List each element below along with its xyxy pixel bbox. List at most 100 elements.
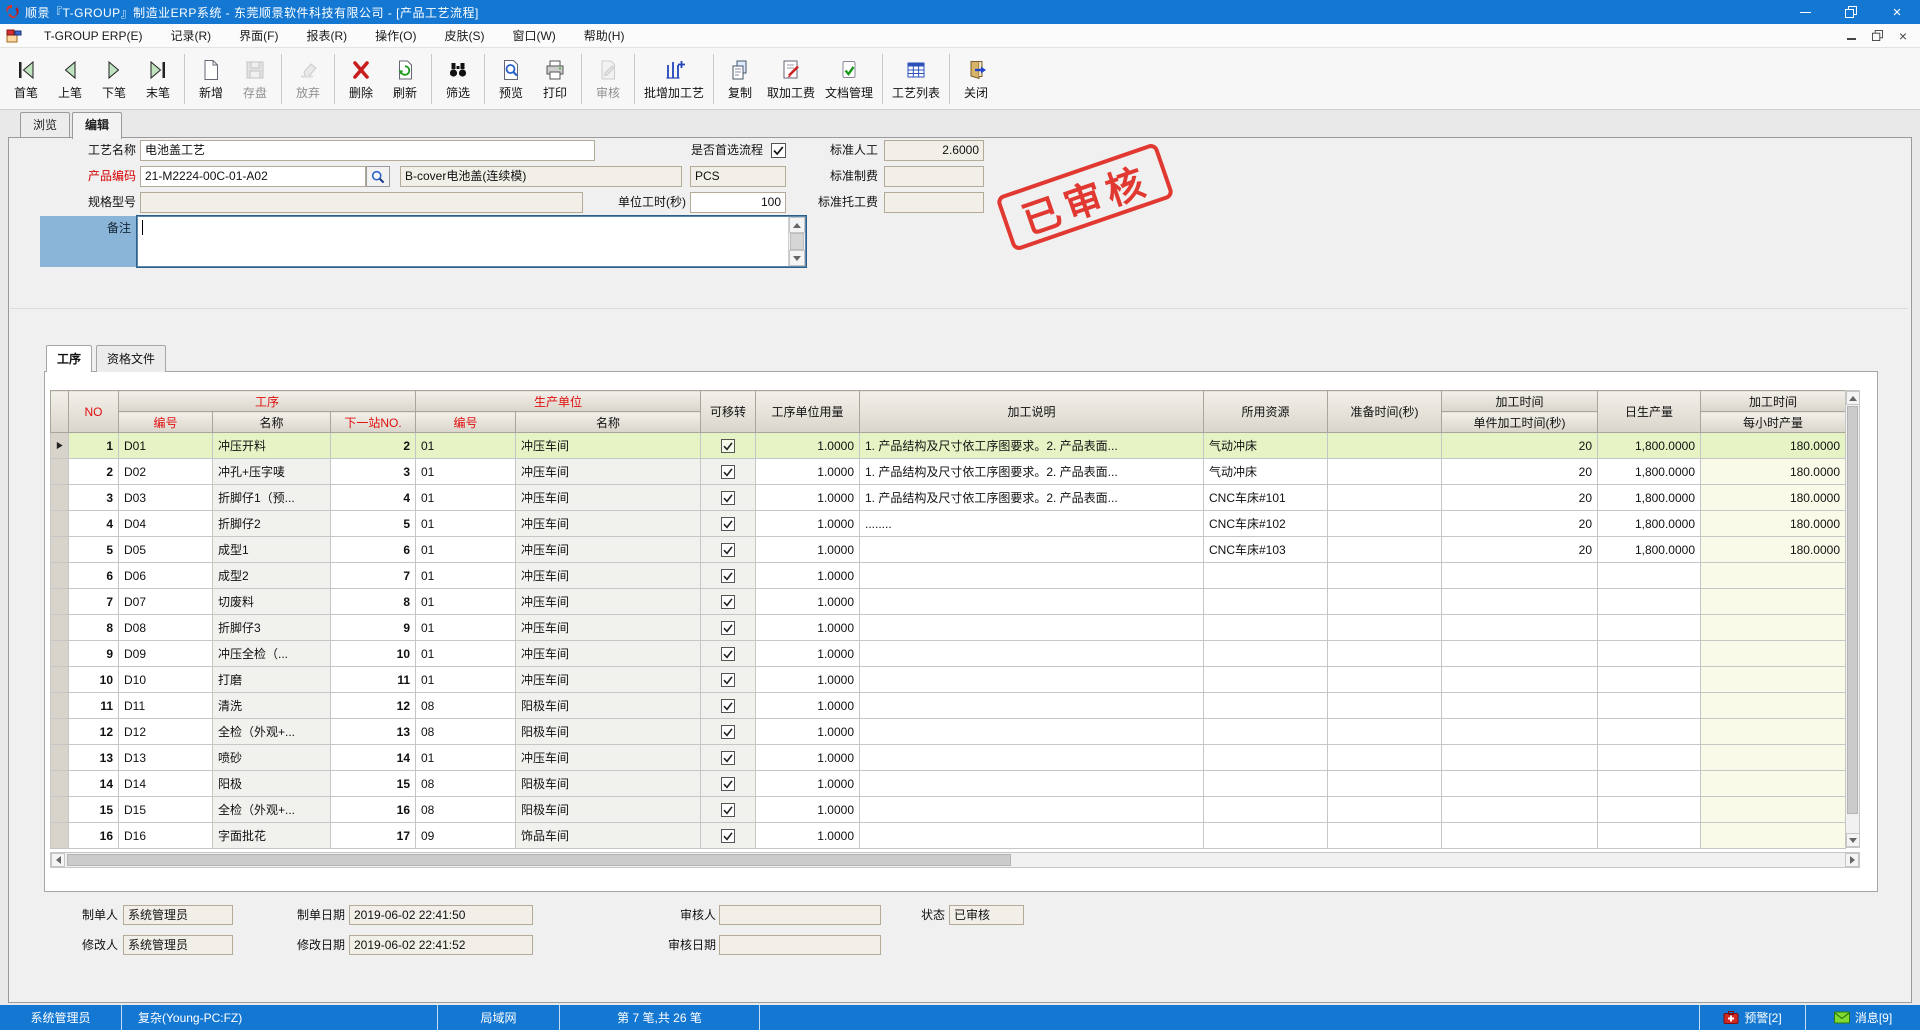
scroll-left-icon[interactable] — [51, 853, 65, 867]
cell-desc[interactable] — [860, 589, 1204, 615]
cell-no[interactable]: 15 — [69, 797, 119, 823]
cell-no[interactable]: 9 — [69, 641, 119, 667]
cell-hourly[interactable]: 180.0000 — [1701, 485, 1846, 511]
cell-unit_name[interactable]: 冲压车间 — [516, 485, 701, 511]
hscroll-thumb[interactable] — [67, 854, 1011, 866]
cell-usage[interactable]: 1.0000 — [756, 745, 860, 771]
product-code-input[interactable]: 21-M2224-00C-01-A02 — [140, 166, 366, 187]
table-row[interactable]: 15D15全检（外观+...1608阳极车间1.0000 — [51, 797, 1846, 823]
cell-unit_code[interactable]: 01 — [416, 433, 516, 459]
movable-checkbox[interactable] — [721, 439, 735, 453]
cell-next[interactable]: 16 — [331, 797, 416, 823]
cell-prep[interactable] — [1328, 485, 1442, 511]
cell-code[interactable]: D11 — [119, 693, 213, 719]
movable-checkbox[interactable] — [721, 751, 735, 765]
cell-unit_time[interactable] — [1442, 589, 1598, 615]
movable-checkbox[interactable] — [721, 517, 735, 531]
cell-desc[interactable] — [860, 823, 1204, 849]
process-group-header[interactable]: 工序 — [119, 391, 416, 412]
cell-unit_name[interactable]: 阳极车间 — [516, 771, 701, 797]
movable-header[interactable]: 可移转 — [701, 391, 756, 433]
cell-code[interactable]: D12 — [119, 719, 213, 745]
cell-unit_code[interactable]: 01 — [416, 745, 516, 771]
cell-desc[interactable]: 1. 产品结构及尺寸依工序图要求。2. 产品表面... — [860, 433, 1204, 459]
cell-name[interactable]: 冲压开料 — [213, 433, 331, 459]
cell-next[interactable]: 13 — [331, 719, 416, 745]
cell-name[interactable]: 清洗 — [213, 693, 331, 719]
tab-qualification[interactable]: 资格文件 — [96, 345, 166, 372]
cell-desc[interactable] — [860, 719, 1204, 745]
cell-prep[interactable] — [1328, 693, 1442, 719]
cell-resource[interactable] — [1204, 823, 1328, 849]
cell-hourly[interactable] — [1701, 641, 1846, 667]
toolbar-button-binoculars[interactable]: 筛选 — [436, 51, 480, 107]
cell-next[interactable]: 17 — [331, 823, 416, 849]
movable-checkbox[interactable] — [721, 647, 735, 661]
menu-item[interactable]: T-GROUP ERP(E) — [30, 24, 156, 48]
cell-hourly[interactable] — [1701, 719, 1846, 745]
cell-code[interactable]: D01 — [119, 433, 213, 459]
cell-no[interactable]: 12 — [69, 719, 119, 745]
cell-daily[interactable] — [1598, 563, 1701, 589]
cell-desc[interactable]: 1. 产品结构及尺寸依工序图要求。2. 产品表面... — [860, 485, 1204, 511]
cell-code[interactable]: D16 — [119, 823, 213, 849]
cell-usage[interactable]: 1.0000 — [756, 537, 860, 563]
cell-code[interactable]: D02 — [119, 459, 213, 485]
next-header[interactable]: 下一站NO. — [331, 412, 416, 433]
table-row[interactable]: 7D07切废料801冲压车间1.0000 — [51, 589, 1846, 615]
cell-daily[interactable] — [1598, 693, 1701, 719]
movable-checkbox[interactable] — [721, 491, 735, 505]
hourly-header[interactable]: 每小时产量 — [1701, 412, 1846, 433]
toolbar-button-refresh[interactable]: 刷新 — [383, 51, 427, 107]
cell-name[interactable]: 冲压全检（... — [213, 641, 331, 667]
cell-unit_name[interactable]: 冲压车间 — [516, 433, 701, 459]
cell-usage[interactable]: 1.0000 — [756, 615, 860, 641]
cell-code[interactable]: D07 — [119, 589, 213, 615]
table-row[interactable]: 4D04折脚仔2501冲压车间1.0000........CNC车床#10220… — [51, 511, 1846, 537]
mdi-close-button[interactable]: × — [1896, 29, 1910, 43]
toolbar-button-nav-last[interactable]: 末笔 — [136, 51, 180, 107]
cell-prep[interactable] — [1328, 719, 1442, 745]
table-row[interactable]: 16D16字面批花1709饰品车间1.0000 — [51, 823, 1846, 849]
unit-group-header[interactable]: 生产单位 — [416, 391, 701, 412]
cell-unit_name[interactable]: 冲压车间 — [516, 615, 701, 641]
cell-desc[interactable] — [860, 537, 1204, 563]
cell-code[interactable]: D05 — [119, 537, 213, 563]
cell-desc[interactable]: ........ — [860, 511, 1204, 537]
cell-unit_name[interactable]: 冲压车间 — [516, 459, 701, 485]
cell-name[interactable]: 折脚仔1（预... — [213, 485, 331, 511]
cell-next[interactable]: 7 — [331, 563, 416, 589]
cell-usage[interactable]: 1.0000 — [756, 693, 860, 719]
cell-next[interactable]: 3 — [331, 459, 416, 485]
cell-daily[interactable] — [1598, 823, 1701, 849]
cell-resource[interactable] — [1204, 589, 1328, 615]
cell-name[interactable]: 字面批花 — [213, 823, 331, 849]
cell-name[interactable]: 成型2 — [213, 563, 331, 589]
time-group-header[interactable]: 加工时间 — [1442, 391, 1598, 412]
cell-no[interactable]: 1 — [69, 433, 119, 459]
cell-no[interactable]: 7 — [69, 589, 119, 615]
toolbar-button-close-door[interactable]: 关闭 — [954, 51, 998, 107]
cell-name[interactable]: 折脚仔3 — [213, 615, 331, 641]
cell-daily[interactable] — [1598, 641, 1701, 667]
cell-unit_time[interactable] — [1442, 667, 1598, 693]
cell-usage[interactable]: 1.0000 — [756, 719, 860, 745]
cell-unit_code[interactable]: 01 — [416, 459, 516, 485]
toolbar-button-print[interactable]: 打印 — [533, 51, 577, 107]
movable-checkbox[interactable] — [721, 569, 735, 583]
cell-name[interactable]: 喷砂 — [213, 745, 331, 771]
spec-model-input[interactable] — [140, 192, 583, 213]
cell-unit_time[interactable] — [1442, 641, 1598, 667]
cell-unit_time[interactable]: 20 — [1442, 537, 1598, 563]
cell-resource[interactable]: 气动冲床 — [1204, 459, 1328, 485]
remark-textarea[interactable] — [137, 216, 806, 267]
time2-group-header[interactable]: 加工时间 — [1701, 391, 1846, 412]
preferred-checkbox[interactable] — [771, 143, 786, 158]
name-header[interactable]: 名称 — [213, 412, 331, 433]
toolbar-button-copy[interactable]: 复制 — [718, 51, 762, 107]
movable-checkbox[interactable] — [721, 543, 735, 557]
cell-name[interactable]: 冲孔+压字唛 — [213, 459, 331, 485]
toolbar-button-fee[interactable]: 取加工费 — [762, 51, 820, 107]
cell-unit_code[interactable]: 08 — [416, 771, 516, 797]
cell-hourly[interactable]: 180.0000 — [1701, 459, 1846, 485]
